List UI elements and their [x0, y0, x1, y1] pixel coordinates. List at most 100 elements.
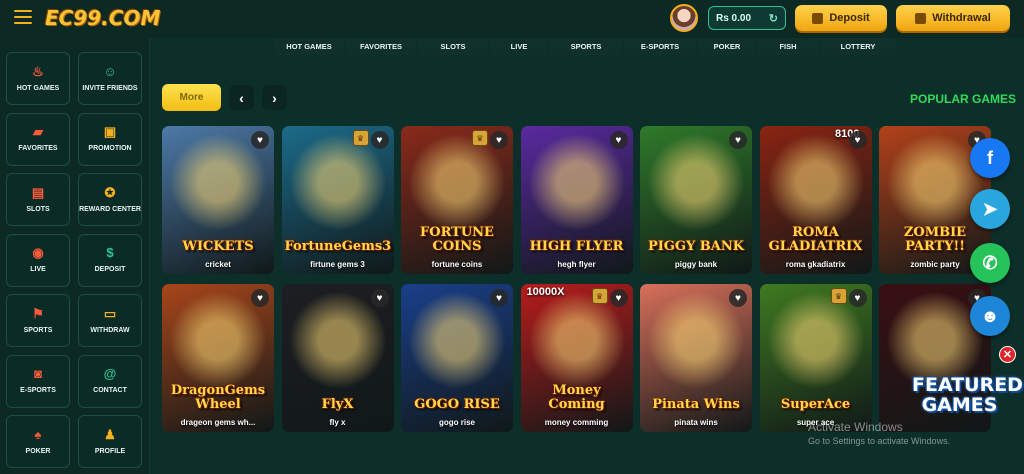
- tab-fish[interactable]: FISH: [758, 38, 818, 55]
- tab-live[interactable]: LIVE: [490, 38, 548, 55]
- withdrawal-label: Withdrawal: [932, 12, 991, 24]
- game-card[interactable]: FlyX fly x ♥: [281, 284, 394, 432]
- sidebar-item-promotion[interactable]: ▣ PROMOTION: [78, 112, 142, 166]
- tab-slots[interactable]: SLOTS: [418, 38, 488, 55]
- heart-icon[interactable]: ♥: [848, 131, 867, 149]
- featured-games-title: FEATURED GAMES: [912, 374, 1023, 416]
- sidebar-item-label: POKER: [25, 447, 51, 455]
- menu-icon[interactable]: [14, 10, 32, 24]
- game-name: fortune coins: [431, 260, 483, 269]
- sidebar-item-label: DEPOSIT: [94, 266, 126, 273]
- heart-icon[interactable]: ♥: [729, 289, 747, 307]
- sidebar-item-label: CONTACT: [93, 387, 127, 394]
- sidebar-item-label: SLOTS: [26, 205, 50, 213]
- windows-watermark: Activate Windows Go to Settings to activ…: [808, 420, 950, 448]
- tab-e-sports[interactable]: E-SPORTS: [624, 38, 696, 55]
- heart-icon[interactable]: ♥: [251, 131, 269, 149]
- game-card[interactable]: PIGGY BANK piggy bank ♥: [640, 126, 752, 274]
- sidebar-item-favorites[interactable]: ▰ FAVORITES: [6, 112, 70, 166]
- multiplier-label: 10000X: [526, 286, 565, 298]
- sidebar-item-reward-center[interactable]: ✪ REWARD CENTER: [78, 173, 142, 226]
- sidebar-item-invite-friends[interactable]: ☺ INVITE FRIENDS: [78, 52, 142, 105]
- sidebar-item-live[interactable]: ◉ LIVE: [6, 233, 70, 287]
- sidebar-item-sports[interactable]: ⚑ SPORTS: [6, 294, 70, 347]
- tab-poker[interactable]: POKER: [698, 38, 756, 55]
- game-card[interactable]: GOGO RISE gogo rise ♥: [401, 284, 513, 432]
- support-icon[interactable]: ☻: [970, 296, 1010, 336]
- heart-icon[interactable]: ♥: [370, 289, 389, 307]
- gamepad-icon: ◙: [34, 366, 42, 381]
- site-logo[interactable]: EC99.COM: [45, 6, 160, 30]
- game-card[interactable]: FortuneGems3 firtune gems 3 ♛ ♥: [281, 126, 394, 274]
- next-arrow-button[interactable]: ›: [262, 85, 287, 110]
- withdraw-icon: ▭: [103, 305, 117, 321]
- avatar[interactable]: [670, 4, 698, 32]
- heart-icon[interactable]: ♥: [609, 131, 628, 149]
- more-button[interactable]: More: [162, 84, 221, 111]
- heart-icon[interactable]: ♥: [251, 289, 269, 307]
- game-card[interactable]: 8100 ROMA GLADIATRIX roma gkadiatrix ♥: [759, 126, 872, 274]
- wallet-icon: [915, 12, 927, 24]
- game-logo-text: HIGH FLYER: [529, 239, 624, 254]
- game-name: hegh flyer: [557, 260, 596, 269]
- poker-icon: ♠: [34, 426, 42, 442]
- heart-icon[interactable]: ♥: [490, 131, 508, 149]
- live-icon: ◉: [32, 245, 44, 260]
- heart-icon[interactable]: ♥: [848, 289, 867, 307]
- sidebar-item-label: PROMOTION: [88, 145, 132, 152]
- game-name: pinata wins: [674, 418, 718, 427]
- game-card[interactable]: FORTUNE COINS fortune coins ♛ ♥: [401, 126, 513, 274]
- sidebar-item-label: FAVORITES: [18, 145, 58, 152]
- sidebar-item-contact[interactable]: @ CONTACT: [78, 354, 142, 408]
- slot-machine-icon: ▤: [31, 184, 45, 200]
- sidebar-item-withdraw[interactable]: ▭ WITHDRAW: [78, 294, 142, 347]
- balance-display: Rs 0.00 ↻: [708, 6, 786, 30]
- sidebar-item-deposit[interactable]: $ DEPOSIT: [78, 233, 142, 287]
- provider-badge-icon: ♛: [352, 130, 369, 146]
- game-logo-text: FORTUNE COINS: [420, 225, 494, 254]
- game-logo-text: FlyX: [321, 397, 354, 412]
- whatsapp-icon[interactable]: ✆: [970, 243, 1010, 283]
- tab-hot-games[interactable]: HOT GAMES: [274, 38, 344, 55]
- facebook-icon[interactable]: f: [970, 138, 1010, 178]
- sidebar-item-slots[interactable]: ▤ SLOTS: [6, 173, 70, 226]
- gift-icon: ▣: [103, 124, 117, 139]
- provider-badge-icon: ♛: [472, 130, 488, 146]
- heart-icon[interactable]: ♥: [370, 131, 389, 149]
- game-card[interactable]: DragonGems Wheel dra­geon gems wh... ♥: [162, 284, 274, 432]
- provider-badge-icon: ♛: [830, 288, 847, 304]
- medal-icon: ✪: [104, 184, 116, 200]
- heart-icon[interactable]: ♥: [490, 289, 508, 307]
- game-logo-text: Money Coming: [548, 383, 605, 412]
- sidebar-item-profile[interactable]: ♟ PROFILE: [78, 415, 142, 468]
- close-icon[interactable]: ✕: [999, 346, 1016, 363]
- tab-favorites[interactable]: FAVORITES: [346, 38, 416, 55]
- game-logo-text: GOGO RISE: [414, 397, 500, 412]
- sidebar-item-label: PROFILE: [94, 447, 126, 455]
- telegram-icon[interactable]: ➤: [970, 189, 1010, 229]
- tab-sports[interactable]: SPORTS: [550, 38, 622, 55]
- heart-icon[interactable]: ♥: [729, 131, 747, 149]
- withdrawal-button[interactable]: Withdrawal: [896, 5, 1010, 31]
- game-name: cricket: [205, 260, 231, 269]
- heart-icon[interactable]: ♥: [609, 289, 628, 307]
- game-logo-text: DragonGems Wheel: [170, 383, 266, 412]
- sidebar-item-e-sports[interactable]: ◙ E-SPORTS: [6, 354, 70, 408]
- provider-badge-icon: ♛: [591, 288, 608, 304]
- prev-arrow-button[interactable]: ‹: [229, 85, 254, 110]
- sidebar-item-hot-games[interactable]: ♨ HOT GAMES: [6, 52, 70, 105]
- sidebar-item-poker[interactable]: ♠ POKER: [6, 415, 70, 468]
- tab-lottery[interactable]: LOTTERY: [820, 38, 896, 55]
- game-card[interactable]: 10000X Money Coming money comming ♛ ♥: [520, 284, 633, 432]
- game-card[interactable]: HIGH FLYER hegh flyer ♥: [520, 126, 633, 274]
- game-name: gogo rise: [438, 418, 475, 427]
- game-card[interactable]: WICKETS cricket ♥: [162, 126, 274, 274]
- sidebar-item-label: E-SPORTS: [20, 387, 56, 394]
- deposit-button[interactable]: Deposit: [795, 5, 887, 31]
- game-logo-text: PIGGY BANK: [647, 239, 745, 254]
- users-icon: ☺: [103, 63, 117, 79]
- sidebar-item-label: INVITE FRIENDS: [82, 84, 138, 92]
- game-card[interactable]: Pinata Wins pinata wins ♥: [640, 284, 752, 432]
- game-card[interactable]: SuperAce super ace ♛ ♥: [759, 284, 872, 432]
- refresh-icon[interactable]: ↻: [769, 12, 778, 25]
